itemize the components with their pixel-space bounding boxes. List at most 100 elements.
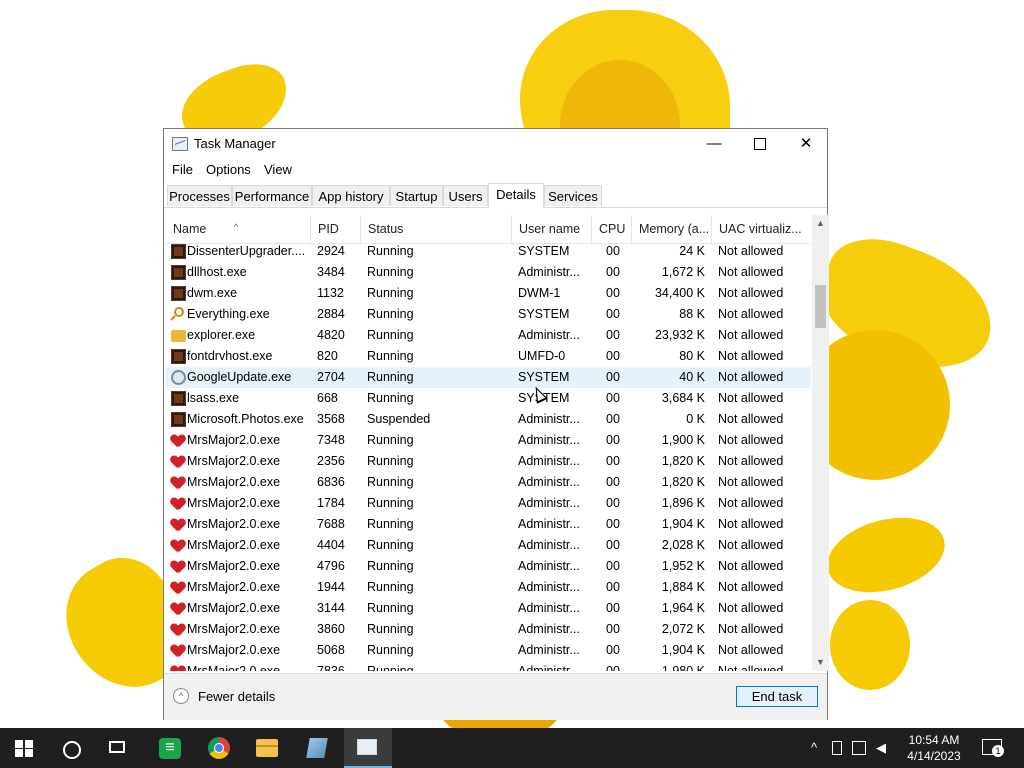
scroll-down-icon[interactable]: ▼: [812, 654, 829, 671]
process-name: MrsMajor2.0.exe: [187, 559, 281, 573]
table-row[interactable]: DissenterUpgrader.... 2924 Running SYSTEM 00…: [166, 241, 811, 262]
table-row[interactable]: lsass.exe 668 Running SYSTEM 00 3,684 K Not al…: [166, 388, 811, 409]
menu-file[interactable]: File: [172, 162, 193, 177]
table-row[interactable]: MrsMajor2.0.exe 3860 Running Administr... 00…: [166, 619, 811, 640]
process-uac: Not allowed: [718, 496, 784, 510]
table-row[interactable]: MrsMajor2.0.exe 7348 Running Administr... 00…: [166, 430, 811, 451]
process-memory: 1,952 K: [661, 559, 705, 573]
process-pid: 7836: [317, 664, 345, 671]
show-hidden-icons-chevron-icon[interactable]: ^: [806, 728, 822, 768]
table-row[interactable]: MrsMajor2.0.exe 5068 Running Administr... 00…: [166, 640, 811, 661]
process-pid: 2704: [317, 370, 345, 384]
column-uac[interactable]: UAC virtualiz...: [712, 215, 811, 243]
process-status: Running: [367, 307, 414, 321]
table-row[interactable]: MrsMajor2.0.exe 4404 Running Administr... 00…: [166, 535, 811, 556]
process-user-name: SYSTEM: [518, 244, 570, 258]
menu-view[interactable]: View: [264, 162, 292, 177]
taskbar-chrome[interactable]: [196, 728, 244, 768]
process-uac: Not allowed: [718, 391, 784, 405]
chevron-up-icon[interactable]: ^: [173, 688, 189, 704]
notepad-icon: [306, 738, 328, 758]
vertical-scrollbar[interactable]: ▲ ▼: [812, 215, 829, 671]
tab-users[interactable]: Users: [443, 185, 488, 206]
cortana-button[interactable]: [48, 728, 96, 768]
minimize-button[interactable]: —: [691, 129, 737, 159]
table-row[interactable]: MrsMajor2.0.exe 1784 Running Administr... 00…: [166, 493, 811, 514]
taskbar-green-app[interactable]: [146, 728, 194, 768]
title-bar[interactable]: Task Manager — ✕: [164, 129, 827, 159]
tab-app-history[interactable]: App history: [312, 185, 390, 206]
table-row[interactable]: MrsMajor2.0.exe 7836 Running Administr... 00…: [166, 661, 811, 671]
table-row[interactable]: Everything.exe 2884 Running SYSTEM 00 88 K Not…: [166, 304, 811, 325]
tab-services[interactable]: Services: [544, 185, 602, 206]
process-google-icon: [171, 370, 186, 385]
process-name: MrsMajor2.0.exe: [187, 475, 281, 489]
column-memory[interactable]: Memory (a...: [632, 215, 712, 243]
scroll-thumb[interactable]: [815, 285, 826, 328]
column-cpu[interactable]: CPU: [592, 215, 632, 243]
close-button[interactable]: ✕: [783, 129, 829, 159]
tab-performance[interactable]: Performance: [232, 185, 312, 206]
process-memory: 1,896 K: [661, 496, 705, 510]
start-button[interactable]: [0, 728, 48, 768]
taskbar-file-explorer[interactable]: [244, 728, 292, 768]
process-heart-icon: [171, 456, 185, 468]
table-row[interactable]: explorer.exe 4820 Running Administr... 00 23,…: [166, 325, 811, 346]
column-user-name[interactable]: User name: [512, 215, 592, 243]
taskbar-task-manager[interactable]: [344, 728, 392, 768]
tab-details[interactable]: Details: [488, 183, 544, 208]
process-cpu: 00: [606, 328, 620, 342]
table-row[interactable]: MrsMajor2.0.exe 4796 Running Administr... 00…: [166, 556, 811, 577]
process-user-name: SYSTEM: [518, 307, 570, 321]
table-row[interactable]: MrsMajor2.0.exe 3144 Running Administr... 00…: [166, 598, 811, 619]
process-app-icon: [171, 265, 186, 280]
window-title: Task Manager: [194, 136, 276, 151]
process-uac: Not allowed: [718, 622, 784, 636]
process-memory: 1,904 K: [661, 643, 705, 657]
column-name[interactable]: ^ Name: [166, 215, 311, 243]
network-icon[interactable]: [852, 741, 866, 755]
process-uac: Not allowed: [718, 412, 784, 426]
tab-startup[interactable]: Startup: [390, 185, 443, 206]
process-pid: 4404: [317, 538, 345, 552]
process-memory: 1,672 K: [661, 265, 705, 279]
process-status: Running: [367, 328, 414, 342]
process-status: Running: [367, 391, 414, 405]
table-row[interactable]: MrsMajor2.0.exe 2356 Running Administr... 00…: [166, 451, 811, 472]
table-row[interactable]: MrsMajor2.0.exe 7688 Running Administr... 00…: [166, 514, 811, 535]
table-row[interactable]: dwm.exe 1132 Running DWM-1 00 34,400 K Not all…: [166, 283, 811, 304]
process-uac: Not allowed: [718, 664, 784, 671]
process-heart-icon: [171, 561, 185, 573]
end-task-button[interactable]: End task: [736, 686, 818, 707]
process-name: GoogleUpdate.exe: [187, 370, 292, 384]
wallpaper-shape: [830, 600, 910, 690]
table-row[interactable]: GoogleUpdate.exe 2704 Running SYSTEM 00 40 K N…: [166, 367, 811, 388]
process-status: Running: [367, 475, 414, 489]
menu-options[interactable]: Options: [206, 162, 251, 177]
clock[interactable]: 10:54 AM 4/14/2023: [898, 732, 970, 764]
process-name: MrsMajor2.0.exe: [187, 664, 281, 671]
column-pid[interactable]: PID: [311, 215, 361, 243]
scroll-up-icon[interactable]: ▲: [812, 215, 829, 232]
fewer-details-link[interactable]: Fewer details: [198, 689, 275, 704]
process-pid: 4796: [317, 559, 345, 573]
column-status[interactable]: Status: [361, 215, 512, 243]
table-row[interactable]: MrsMajor2.0.exe 1944 Running Administr... 00…: [166, 577, 811, 598]
table-row[interactable]: MrsMajor2.0.exe 6836 Running Administr... 00…: [166, 472, 811, 493]
volume-muted-icon[interactable]: ◀: [876, 741, 890, 755]
process-cpu: 00: [606, 307, 620, 321]
taskbar-notepad-app[interactable]: [294, 728, 342, 768]
process-pid: 2884: [317, 307, 345, 321]
table-row[interactable]: fontdrvhost.exe 820 Running UMFD-0 00 80 K Not…: [166, 346, 811, 367]
table-row[interactable]: dllhost.exe 3484 Running Administr... 00 1,67…: [166, 262, 811, 283]
process-memory: 80 K: [679, 349, 705, 363]
tab-processes[interactable]: Processes: [167, 185, 232, 206]
process-uac: Not allowed: [718, 370, 784, 384]
process-name: Everything.exe: [187, 307, 270, 321]
maximize-button[interactable]: [737, 129, 783, 159]
task-view-button[interactable]: [96, 728, 144, 768]
process-cpu: 00: [606, 475, 620, 489]
tray-app-icon[interactable]: [832, 741, 842, 755]
table-row[interactable]: Microsoft.Photos.exe 3568 Suspended Adminis…: [166, 409, 811, 430]
task-manager-icon: [172, 137, 188, 151]
